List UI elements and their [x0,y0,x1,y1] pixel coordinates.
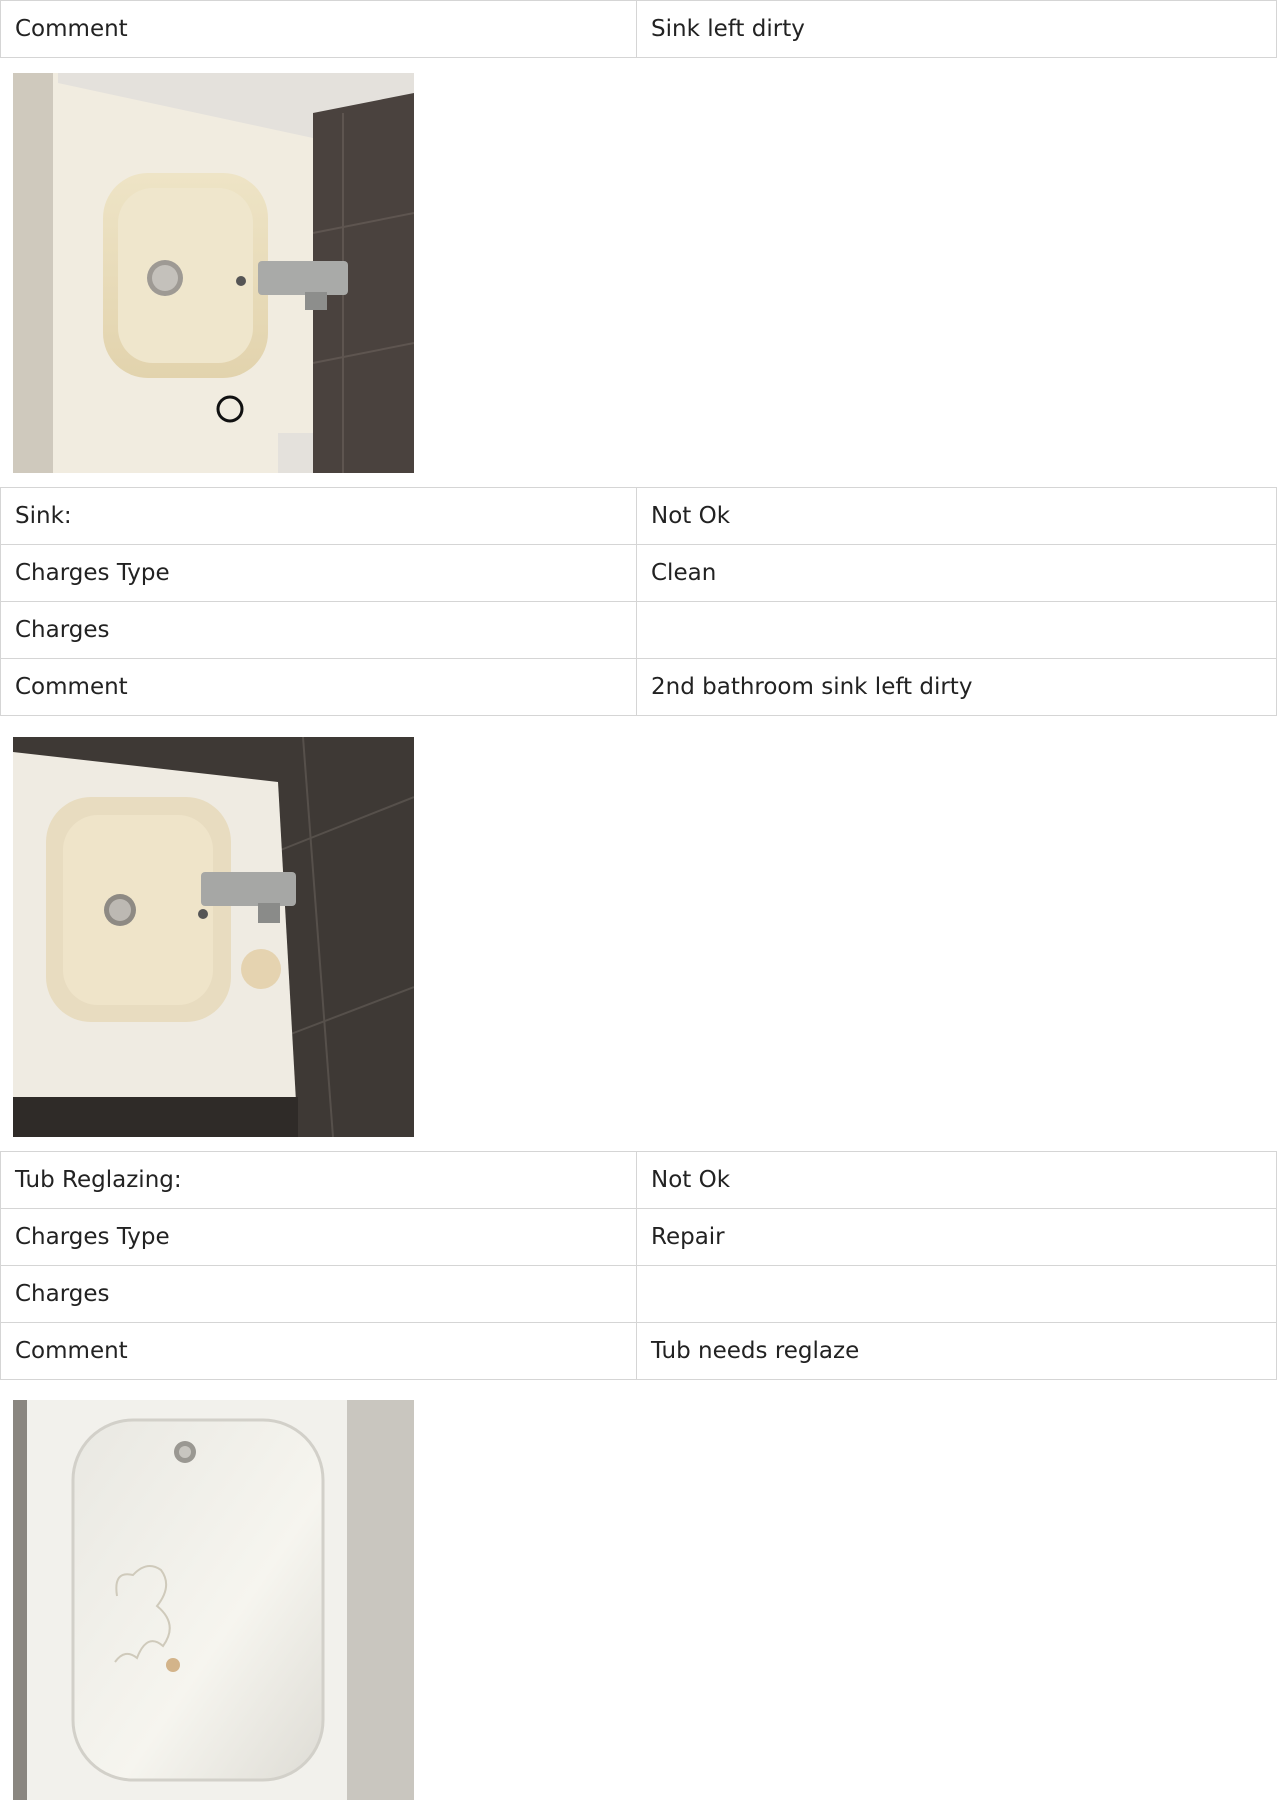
table-row: Charges [0,1265,1277,1323]
tub-photo[interactable] [13,1400,414,1800]
sink-table: Sink: Not Ok Charges Type Clean Charges … [0,487,1277,716]
table-row: Comment Tub needs reglaze [0,1322,1277,1380]
comment-value: Tub needs reglaze [636,1322,1277,1380]
comment-value: Sink left dirty [636,0,1277,58]
charges-value [636,601,1277,659]
table-row: Comment 2nd bathroom sink left dirty [0,658,1277,716]
table-row: Tub Reglazing: Not Ok [0,1151,1277,1209]
charges-type-label: Charges Type [0,544,637,602]
table-row: Charges [0,601,1277,659]
table-row: Sink: Not Ok [0,487,1277,545]
item-label: Tub Reglazing: [0,1151,637,1209]
table-row: Charges Type Repair [0,1208,1277,1266]
comment-label: Comment [0,1322,637,1380]
tub-photo-image [13,1400,414,1800]
second-sink-photo[interactable] [13,737,414,1137]
charges-value [636,1265,1277,1323]
comment-value: 2nd bathroom sink left dirty [636,658,1277,716]
sink-photo-image [13,73,414,473]
comment-label: Comment [0,658,637,716]
item-label: Sink: [0,487,637,545]
table-row: Charges Type Clean [0,544,1277,602]
charges-type-label: Charges Type [0,1208,637,1266]
item-status: Not Ok [636,487,1277,545]
charges-label: Charges [0,601,637,659]
sink-photo[interactable] [13,73,414,473]
charges-label: Charges [0,1265,637,1323]
tub-reglazing-table: Tub Reglazing: Not Ok Charges Type Repai… [0,1151,1277,1380]
comment-label: Comment [0,0,637,58]
comment-table-sink-1: Comment Sink left dirty [0,0,1277,58]
table-row: Comment Sink left dirty [0,0,1277,58]
charges-type-value: Repair [636,1208,1277,1266]
charges-type-value: Clean [636,544,1277,602]
second-sink-photo-image [13,737,414,1137]
item-status: Not Ok [636,1151,1277,1209]
